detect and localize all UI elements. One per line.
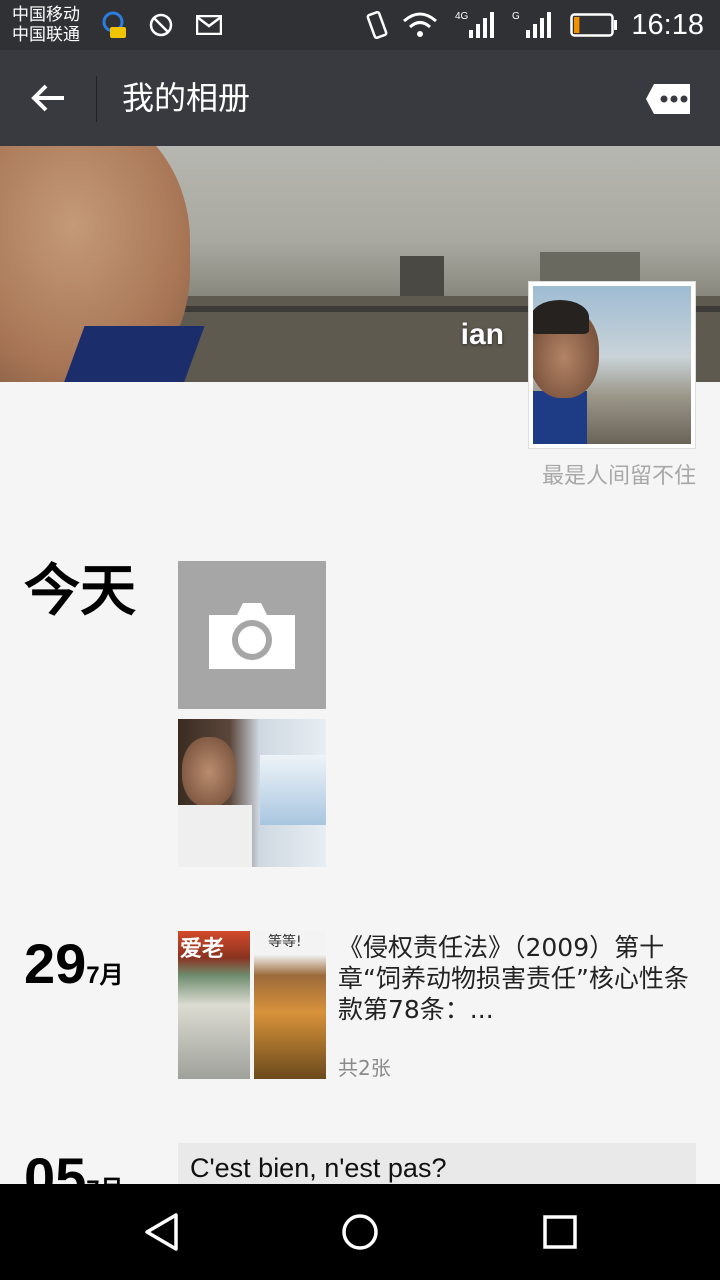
profile-signature: 最是人间留不住 [541, 464, 696, 489]
camera-icon [209, 603, 295, 669]
message-button[interactable] [644, 82, 692, 116]
carrier-1: 中国移动 [12, 5, 80, 25]
date-day: 29 [24, 932, 87, 995]
photo-thumbnail[interactable] [178, 719, 326, 867]
thumb-caption-a: 爱老 [180, 937, 225, 962]
mail-icon [196, 10, 222, 40]
signal-4g-icon: 4G [455, 10, 495, 40]
tiger-thumbnail: 等等! [254, 931, 326, 1079]
username: ian [460, 318, 504, 351]
add-photo-button[interactable] [178, 561, 326, 709]
carrier-2: 中国联通 [12, 25, 80, 45]
status-bar: 中国移动 中国联通 4G G 16:18 [0, 0, 720, 50]
back-button[interactable] [22, 74, 74, 122]
nav-recents-button[interactable] [536, 1208, 584, 1256]
post-thumbnails[interactable]: 爱老 等等! [178, 931, 326, 1079]
page-title: 我的相册 [122, 79, 251, 117]
title-bar: 我的相册 [0, 50, 720, 146]
clock: 16:18 [631, 9, 704, 41]
carrier-names: 中国移动 中国联通 [12, 5, 80, 45]
square-recents-icon [543, 1215, 577, 1249]
vibrate-icon [364, 10, 390, 40]
date-label: 297月 [24, 932, 124, 1008]
wifi-icon [402, 10, 438, 40]
today-label: 今天 [24, 559, 136, 624]
photo-count: 共2张 [338, 1056, 391, 1080]
nav-home-button[interactable] [336, 1208, 384, 1256]
post-text[interactable]: 《侵权责任法》（2009）第十章“饲养动物损害责任”核心性条款第78条：... [338, 932, 696, 1025]
date-month: 7月 [86, 962, 124, 989]
network-g-label: G [512, 11, 520, 22]
tiger-thumbnail: 爱老 [178, 931, 250, 1079]
navigation-bar [0, 1184, 720, 1280]
nav-back-button[interactable] [138, 1208, 186, 1256]
blocked-notification-icon [148, 10, 174, 40]
avatar[interactable] [528, 281, 696, 449]
circle-home-icon [342, 1214, 378, 1250]
signal-g-icon: G [512, 10, 552, 40]
avatar-image [533, 286, 691, 444]
battery-icon [570, 10, 618, 40]
message-bubble-icon [646, 84, 690, 114]
triangle-back-icon [145, 1213, 178, 1251]
title-divider [96, 76, 97, 122]
thumb-caption-b: 等等! [268, 934, 302, 950]
arrow-left-icon [31, 84, 64, 112]
network-4g-label: 4G [455, 11, 469, 22]
qq-icon [96, 10, 130, 40]
